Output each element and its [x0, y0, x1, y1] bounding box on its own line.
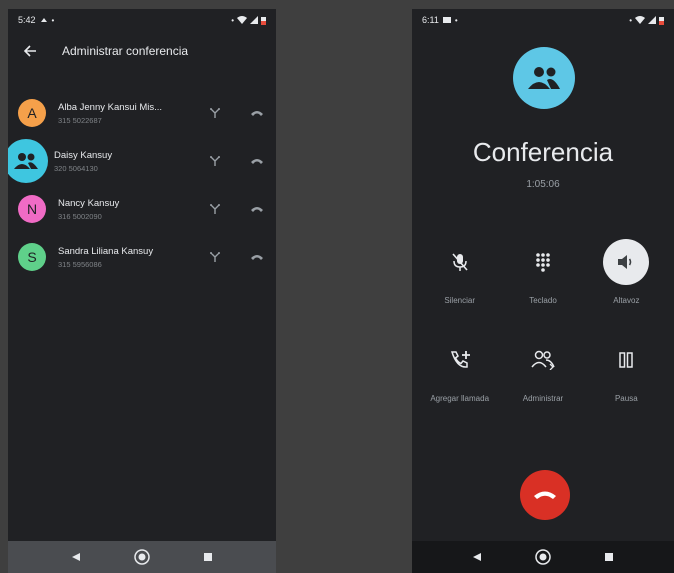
navigation-bar [412, 541, 674, 573]
wifi-icon [237, 16, 247, 24]
navigation-bar [8, 541, 276, 573]
nav-home-button[interactable] [132, 547, 152, 567]
dot-icon: • [51, 15, 55, 25]
triangle-back-icon [72, 553, 80, 561]
group-icon [528, 67, 560, 89]
in-call-screen: 6:11 • • Conferencia 1:05:06 Silenciar T… [412, 9, 674, 573]
conference-avatar [513, 47, 575, 109]
app-bar: Administrar conferencia [8, 31, 276, 71]
participant-list: A Alba Jenny Kansui Mis... 315 5022687 D… [8, 89, 276, 281]
battery-icon [659, 16, 664, 25]
call-split-icon [210, 204, 220, 214]
page-title: Administrar conferencia [62, 44, 189, 58]
circle-home-icon [535, 549, 551, 565]
status-bar: 6:11 • • [412, 9, 674, 31]
add-call-label: Agregar llamada [430, 394, 490, 403]
call-split-icon [210, 252, 220, 262]
call-end-icon [251, 207, 263, 212]
nav-back-button[interactable] [66, 547, 86, 567]
square-recents-icon [605, 553, 613, 561]
manage-conference-screen: 5:42 • • Administrar conferencia A Alba … [8, 9, 276, 573]
split-call-button[interactable] [204, 198, 226, 220]
dot-icon: • [231, 15, 234, 25]
nav-back-button[interactable] [467, 547, 487, 567]
add-call-button[interactable]: Agregar llamada [418, 337, 501, 435]
call-split-icon [210, 108, 220, 118]
triangle-back-icon [473, 553, 481, 561]
call-end-icon [251, 111, 263, 116]
status-time: 6:11 [422, 15, 439, 25]
manage-button[interactable]: Administrar [501, 337, 584, 435]
signal-icon [648, 16, 656, 24]
split-call-button[interactable] [204, 246, 226, 268]
hang-up-participant-button[interactable] [246, 150, 268, 172]
avatar: S [18, 243, 46, 271]
mic-off-icon [437, 239, 483, 285]
keypad-button[interactable]: Teclado [501, 239, 584, 337]
back-button[interactable] [20, 41, 40, 61]
participant-phone: 316 5002090 [58, 211, 102, 221]
notification-icon [40, 16, 48, 24]
signal-icon [250, 16, 258, 24]
participant-row[interactable]: Daisy Kansuy 320 5064130 [8, 137, 276, 185]
hang-up-participant-button[interactable] [246, 102, 268, 124]
nav-recents-button[interactable] [198, 547, 218, 567]
add-call-icon [437, 337, 483, 383]
notification-icon [442, 16, 451, 24]
status-bar: 5:42 • • [8, 9, 276, 31]
participant-name: Daisy Kansuy [54, 149, 113, 161]
participant-name: Nancy Kansuy [58, 197, 120, 209]
call-title: Conferencia [472, 137, 614, 167]
split-call-button[interactable] [204, 150, 226, 172]
call-end-icon [251, 255, 263, 260]
call-timer: 1:05:06 [526, 179, 560, 190]
nav-recents-button[interactable] [599, 547, 619, 567]
wifi-icon [635, 16, 645, 24]
call-end-icon [534, 491, 556, 499]
speaker-label: Altavoz [613, 296, 640, 305]
participant-row[interactable]: N Nancy Kansuy 316 5002090 [8, 185, 276, 233]
avatar: A [18, 99, 46, 127]
dialpad-icon [520, 239, 566, 285]
end-call-button[interactable] [520, 470, 570, 520]
manage-people-icon [520, 337, 566, 383]
participant-phone: 315 5956086 [58, 259, 102, 269]
square-recents-icon [204, 553, 212, 561]
keypad-label: Teclado [529, 296, 557, 305]
mute-label: Silenciar [444, 296, 475, 305]
speaker-icon [603, 239, 650, 285]
dot-icon: • [629, 15, 632, 25]
speaker-button[interactable]: Altavoz [585, 239, 668, 337]
pause-icon [603, 337, 649, 383]
nav-home-button[interactable] [533, 547, 553, 567]
participant-phone: 315 5022687 [58, 115, 102, 125]
avatar: N [18, 195, 46, 223]
circle-home-icon [134, 549, 150, 565]
call-end-icon [251, 159, 263, 164]
manage-label: Administrar [522, 394, 564, 403]
status-time: 5:42 [18, 15, 36, 25]
participant-name: Alba Jenny Kansui Mis... [58, 101, 163, 113]
arrow-left-icon [23, 45, 36, 57]
participant-row[interactable]: A Alba Jenny Kansui Mis... 315 5022687 [8, 89, 276, 137]
battery-icon [261, 16, 266, 25]
call-controls: Silenciar Teclado Altavoz Agregar llamad… [412, 239, 674, 435]
mute-button[interactable]: Silenciar [418, 239, 501, 337]
hold-label: Pausa [614, 394, 638, 403]
hang-up-participant-button[interactable] [246, 198, 268, 220]
hang-up-participant-button[interactable] [246, 246, 268, 268]
participant-phone: 320 5064130 [54, 163, 98, 173]
group-icon [14, 153, 38, 169]
dot-icon: • [454, 15, 458, 25]
hold-button[interactable]: Pausa [585, 337, 668, 435]
split-call-button[interactable] [204, 102, 226, 124]
participant-row[interactable]: S Sandra Liliana Kansuy 315 5956086 [8, 233, 276, 281]
participant-name: Sandra Liliana Kansuy [58, 245, 154, 257]
avatar [8, 139, 48, 183]
call-split-icon [210, 156, 220, 166]
